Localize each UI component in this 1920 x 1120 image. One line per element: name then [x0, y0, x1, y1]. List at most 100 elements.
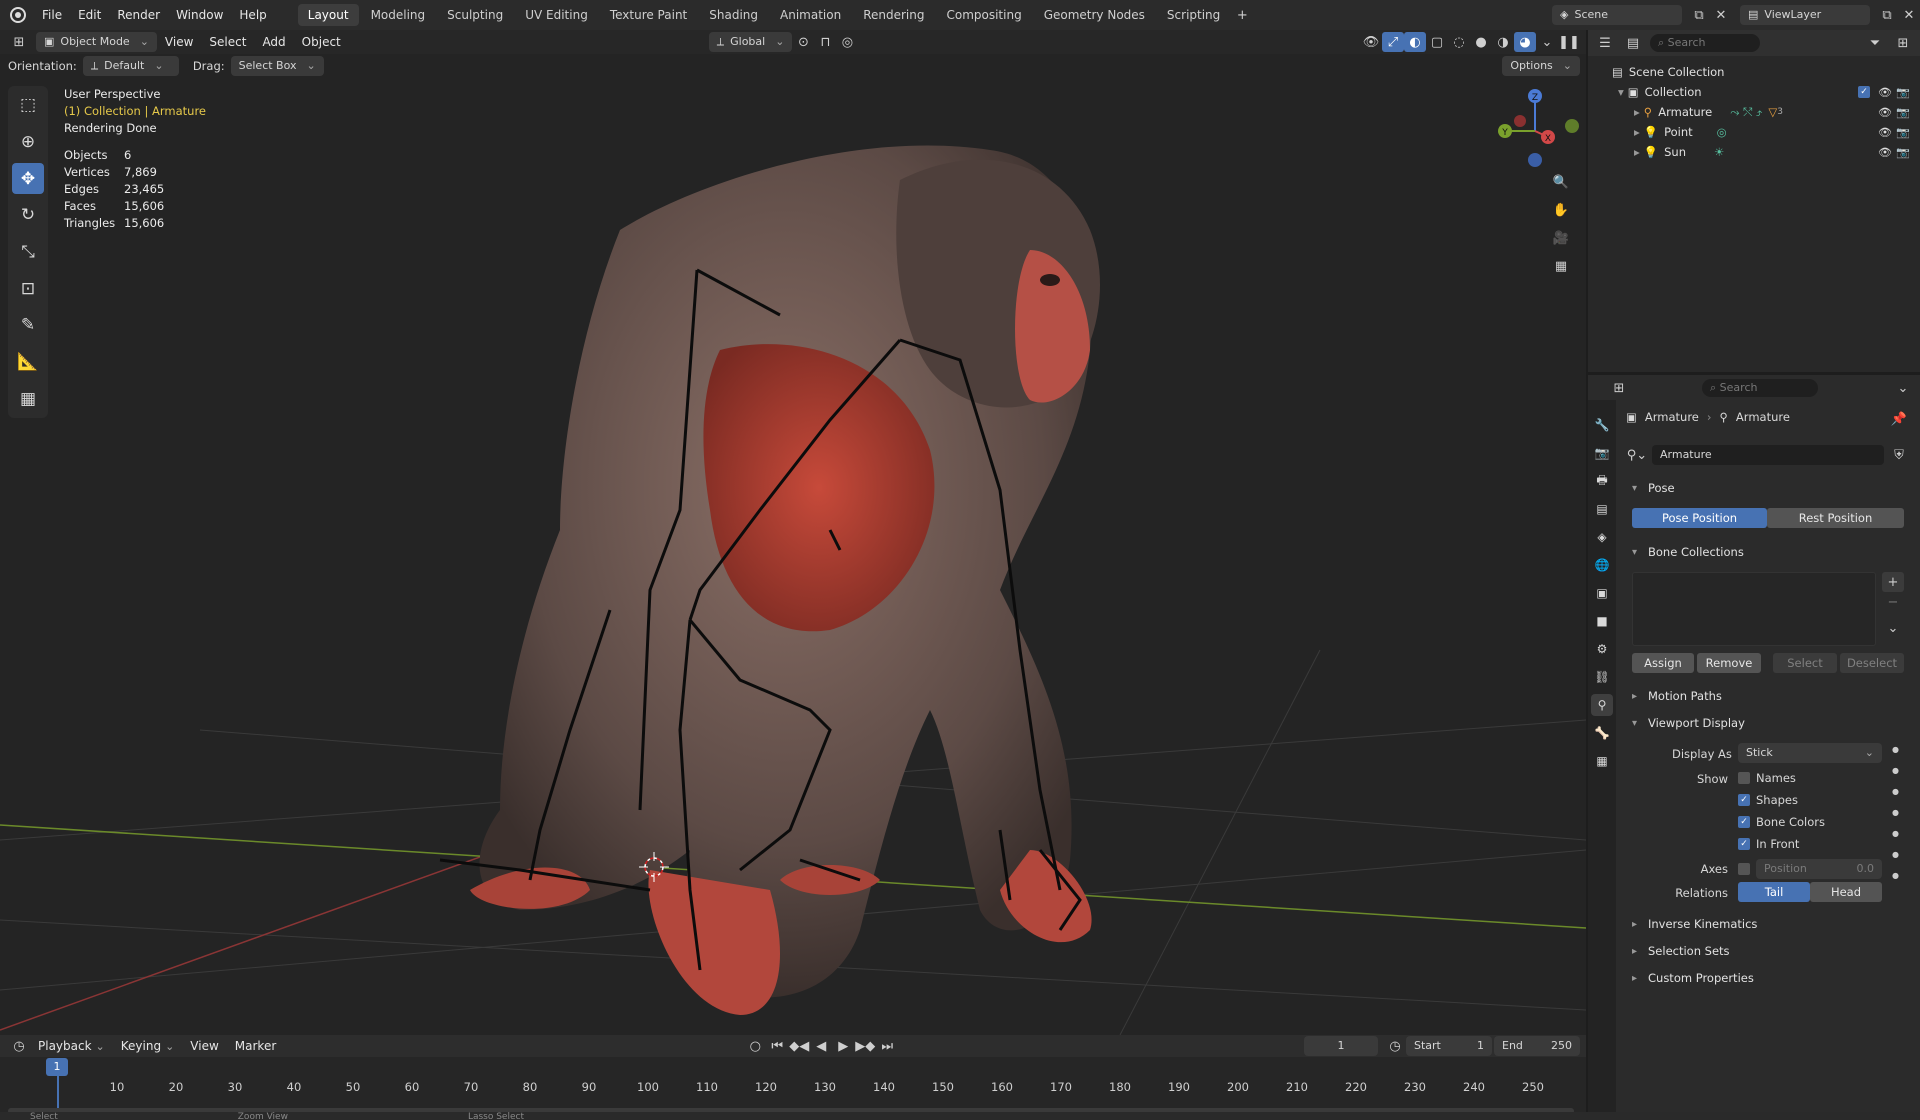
eye-icon[interactable]: 👁: [1878, 86, 1892, 99]
camera-render-icon[interactable]: 📷: [1896, 106, 1910, 119]
pan-hand-icon[interactable]: ✋: [1550, 200, 1572, 220]
collection-exclude-checkbox[interactable]: ✓: [1858, 86, 1870, 98]
rest-position-button[interactable]: Rest Position: [1767, 508, 1904, 528]
armature-browse-icon[interactable]: ⚲⌄: [1626, 445, 1648, 465]
annotate-tool-icon[interactable]: ✎: [12, 310, 44, 341]
camera-render-icon[interactable]: 📷: [1896, 146, 1910, 159]
keyframe-dot-icon[interactable]: ●: [1892, 808, 1899, 817]
chevron-down-icon[interactable]: ▾: [1618, 85, 1624, 99]
proportional-editing-icon[interactable]: ◎: [836, 32, 858, 52]
object-tab-icon[interactable]: ■: [1591, 610, 1613, 632]
options-dropdown[interactable]: Options: [1502, 56, 1580, 76]
properties-options-icon[interactable]: ⌄: [1892, 378, 1914, 398]
outliner-search-input[interactable]: ⌕ Search: [1650, 34, 1760, 52]
constraint-tab-icon[interactable]: ⛓: [1591, 666, 1613, 688]
new-view-layer-icon[interactable]: ⧉: [1876, 5, 1898, 25]
select-box-icon[interactable]: ⬚: [12, 90, 44, 121]
xray-toggle-icon[interactable]: ▢: [1426, 32, 1448, 52]
tab-layout[interactable]: Layout: [297, 4, 359, 26]
drag-dropdown[interactable]: Select Box: [230, 56, 324, 76]
view-layer-tab-icon[interactable]: ▤: [1591, 498, 1613, 520]
display-as-dropdown[interactable]: Stick: [1738, 743, 1882, 763]
timeline-menu-keying[interactable]: Keying: [113, 1035, 183, 1057]
names-checkbox-row[interactable]: Names: [1738, 771, 1796, 785]
bone-collection-menu-icon[interactable]: ⌄: [1882, 618, 1904, 638]
bone-collections-list[interactable]: [1632, 572, 1876, 646]
world-tab-icon[interactable]: 🌐: [1591, 554, 1613, 576]
keyframe-dot-icon[interactable]: ●: [1892, 829, 1899, 838]
menu-edit[interactable]: Edit: [70, 0, 109, 30]
tab-geometry-nodes[interactable]: Geometry Nodes: [1034, 4, 1155, 26]
snap-icon[interactable]: ⊓: [814, 32, 836, 52]
jump-start-icon[interactable]: ⏮: [766, 1036, 788, 1056]
shapes-checkbox[interactable]: ✓: [1738, 794, 1750, 806]
tab-compositing[interactable]: Compositing: [936, 4, 1031, 26]
timeline-menu-playback[interactable]: Playback: [30, 1035, 113, 1057]
armature-data-tab-icon[interactable]: ⚲: [1591, 694, 1613, 716]
transform-tool-icon[interactable]: ⊡: [12, 273, 44, 304]
relations-tail-button[interactable]: Tail: [1738, 882, 1810, 902]
bone-colors-checkbox-row[interactable]: ✓ Bone Colors: [1738, 815, 1825, 829]
viewport-menu-object[interactable]: Object: [294, 30, 349, 54]
pivot-point-icon[interactable]: ⊙: [792, 32, 814, 52]
tab-animation[interactable]: Animation: [770, 4, 851, 26]
tab-scripting[interactable]: Scripting: [1157, 4, 1230, 26]
keyframe-dot-icon[interactable]: ●: [1892, 766, 1899, 775]
tool-tab-icon[interactable]: 🔧: [1591, 414, 1613, 436]
chevron-right-icon[interactable]: ▸: [1634, 145, 1640, 159]
assign-button[interactable]: Assign: [1632, 653, 1694, 673]
timeline-ruler[interactable]: 1 10 20 30 40 50 60 70 80 90 100 110 120 130 140 150 16…: [0, 1057, 1586, 1120]
add-bone-collection-icon[interactable]: +: [1882, 572, 1904, 592]
names-checkbox[interactable]: [1738, 772, 1750, 784]
chevron-right-icon[interactable]: ▸: [1634, 105, 1640, 119]
keyframe-dot-icon[interactable]: ●: [1892, 850, 1899, 859]
playhead-frame-indicator[interactable]: 1: [46, 1058, 68, 1076]
scale-tool-icon[interactable]: ⤡: [12, 237, 44, 268]
tab-uv-editing[interactable]: UV Editing: [515, 4, 598, 26]
in-front-checkbox[interactable]: ✓: [1738, 838, 1750, 850]
shading-solid-icon[interactable]: ●: [1470, 32, 1492, 52]
transform-orientation-selector[interactable]: ⟂ Global: [708, 32, 793, 52]
blender-logo-icon[interactable]: [10, 7, 26, 23]
menu-window[interactable]: Window: [168, 0, 231, 30]
preview-range-icon[interactable]: ◷: [1384, 1036, 1406, 1056]
keyframe-dot-icon[interactable]: ●: [1892, 871, 1899, 880]
menu-render[interactable]: Render: [109, 0, 168, 30]
rotate-tool-icon[interactable]: ↻: [12, 200, 44, 231]
start-frame-field[interactable]: Start 1: [1406, 1036, 1492, 1056]
navigation-gizmo[interactable]: Z Y X: [1490, 86, 1580, 176]
play-icon[interactable]: ▶: [832, 1036, 854, 1056]
keyframe-dot-icon[interactable]: ●: [1892, 745, 1899, 754]
tab-sculpting[interactable]: Sculpting: [437, 4, 513, 26]
tree-item-armature[interactable]: ▸ ⚲ Armature ⤳ ⤲ ⤴ ▽ 3 👁 📷: [1588, 102, 1920, 122]
shading-rendered-icon[interactable]: ◕: [1514, 32, 1536, 52]
auto-keying-icon[interactable]: ○: [744, 1036, 766, 1056]
gorilla-model[interactable]: [470, 145, 1100, 1015]
add-cube-tool-icon[interactable]: ▦: [12, 383, 44, 414]
perspective-toggle-icon[interactable]: ▦: [1550, 256, 1572, 276]
3d-viewport[interactable]: [0, 30, 1586, 1035]
fake-user-shield-icon[interactable]: ⛨: [1888, 445, 1910, 465]
move-tool-icon[interactable]: ✥: [12, 163, 44, 195]
eye-icon[interactable]: 👁: [1878, 126, 1892, 139]
pin-icon[interactable]: 📌: [1888, 409, 1910, 429]
camera-render-icon[interactable]: 📷: [1896, 126, 1910, 139]
tree-item-point[interactable]: ▸ 💡 Point ◎ 👁 📷: [1588, 122, 1920, 142]
pause-render-icon[interactable]: ❚❚: [1558, 32, 1580, 52]
filter-icon[interactable]: ⏷: [1864, 33, 1886, 53]
display-mode-icon[interactable]: ▤: [1622, 33, 1644, 53]
show-overlays-icon[interactable]: ◐: [1404, 32, 1426, 52]
keyframe-dot-icon[interactable]: ●: [1892, 787, 1899, 796]
timeline-menu-marker[interactable]: Marker: [227, 1035, 284, 1057]
tree-scene-collection[interactable]: ▤ Scene Collection: [1588, 62, 1920, 82]
end-frame-field[interactable]: End 250: [1494, 1036, 1580, 1056]
relations-head-button[interactable]: Head: [1810, 882, 1882, 902]
viewport-menu-add[interactable]: Add: [254, 30, 293, 54]
bone-tab-icon[interactable]: 🦴: [1591, 722, 1613, 744]
current-frame-field[interactable]: 1: [1304, 1036, 1378, 1056]
shading-wireframe-icon[interactable]: ◌: [1448, 32, 1470, 52]
pose-position-button[interactable]: Pose Position: [1632, 508, 1767, 528]
tree-collection[interactable]: ▾ ▣ Collection ✓ 👁 📷: [1588, 82, 1920, 102]
editor-type-icon[interactable]: ⊞: [8, 32, 30, 52]
timeline-editor-icon[interactable]: ◷: [8, 1036, 30, 1056]
